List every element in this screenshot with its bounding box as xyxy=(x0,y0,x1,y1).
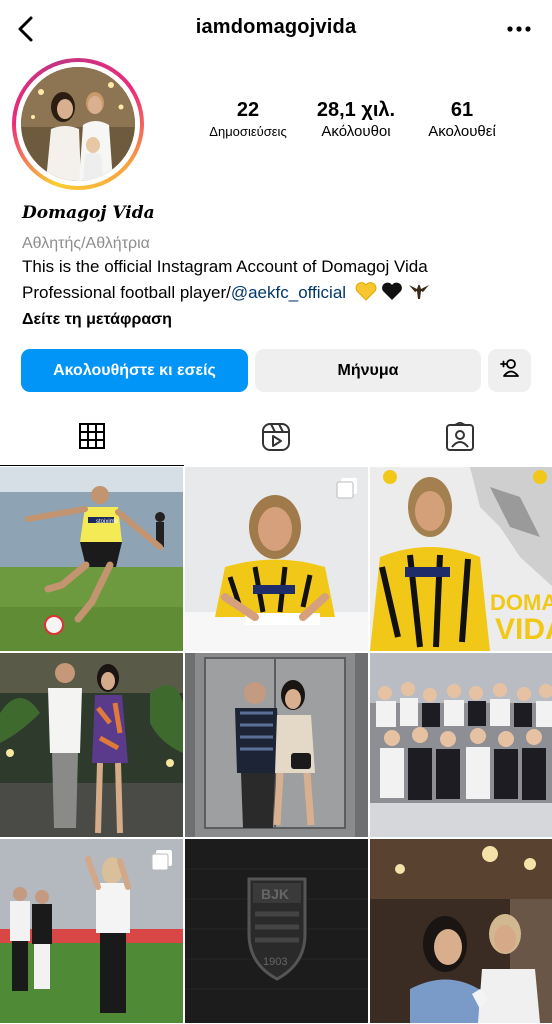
bio-line-2: Professional football player/@aekfc_offi… xyxy=(22,279,542,308)
post-thumbnail[interactable]: DOMAGOJ VIDA xyxy=(370,467,552,651)
following-count: 61 xyxy=(450,99,474,121)
bio-mention-link[interactable]: @aekfc_official xyxy=(231,283,346,302)
posts-grid: stoiximo DOMA VID BJK 1903 xyxy=(0,467,552,1024)
message-button[interactable]: Μήνυμα xyxy=(255,349,481,392)
more-horizontal-icon[interactable] xyxy=(504,16,534,42)
post-thumbnail[interactable] xyxy=(370,839,552,1023)
carousel-icon xyxy=(336,477,358,504)
following-label: Ακολουθεί xyxy=(428,123,496,140)
crest-letters: BJK xyxy=(261,886,289,902)
follow-button[interactable]: Ακολουθήστε κι εσείς xyxy=(21,349,248,392)
black-heart-icon xyxy=(381,281,403,308)
tab-tagged[interactable] xyxy=(368,412,552,466)
grid-icon xyxy=(78,422,106,455)
posts-stat[interactable]: 22 Δημοσιεύσεις xyxy=(196,98,300,142)
posts-label: Δημοσιεύσεις xyxy=(209,124,287,139)
tab-reels[interactable] xyxy=(184,412,368,466)
post-thumbnail[interactable] xyxy=(185,653,368,837)
profile-tabs xyxy=(0,412,552,466)
profile-username: iamdomagojvida xyxy=(195,16,357,38)
post-thumbnail[interactable]: BJK 1903 xyxy=(185,839,368,1023)
promo-first-name: DOMAGOJ xyxy=(490,590,552,615)
profile-category: Αθλητής/Αθλήτρια xyxy=(22,235,150,252)
followers-stat[interactable]: 28,1 χιλ. Ακόλουθοι xyxy=(304,98,408,142)
crest-year: 1903 xyxy=(263,956,287,968)
profile-bio: Domagoj Vida Αθλητής/Αθλήτρια This is th… xyxy=(22,202,542,332)
following-stat[interactable]: 61 Ακολουθεί xyxy=(412,98,512,142)
bio-line-2-prefix: Professional football player/ xyxy=(22,283,231,302)
display-name: Domagoj Vida xyxy=(22,203,155,223)
post-thumbnail[interactable] xyxy=(370,653,552,837)
post-thumbnail[interactable] xyxy=(0,653,183,837)
tab-posts-grid[interactable] xyxy=(0,412,184,466)
bio-line-1: This is the official Instagram Account o… xyxy=(22,257,428,276)
profile-stats: 22 Δημοσιεύσεις 28,1 χιλ. Ακόλουθοι 61 Α… xyxy=(196,98,516,150)
post-thumbnail[interactable]: stoiximo xyxy=(0,467,183,651)
top-bar: iamdomagojvida xyxy=(0,0,552,58)
promo-last-name: VIDA xyxy=(495,613,552,646)
posts-count: 22 xyxy=(236,99,260,121)
post-thumbnail[interactable] xyxy=(0,839,183,1023)
story-ring[interactable] xyxy=(12,58,144,190)
avatar[interactable] xyxy=(21,67,135,181)
add-user-icon xyxy=(499,357,521,384)
post-thumbnail[interactable] xyxy=(185,467,368,651)
tagged-person-icon xyxy=(445,420,475,457)
eagle-icon xyxy=(407,279,431,308)
yellow-heart-icon xyxy=(355,281,377,308)
post-sponsor-text: stoiximo xyxy=(96,519,119,525)
carousel-icon xyxy=(151,849,173,876)
suggested-users-button[interactable] xyxy=(488,349,531,392)
followers-label: Ακόλουθοι xyxy=(321,123,391,140)
see-translation-link[interactable]: Δείτε τη μετάφραση xyxy=(22,308,542,332)
followers-count: 28,1 χιλ. xyxy=(316,99,396,121)
reels-icon xyxy=(261,422,291,457)
